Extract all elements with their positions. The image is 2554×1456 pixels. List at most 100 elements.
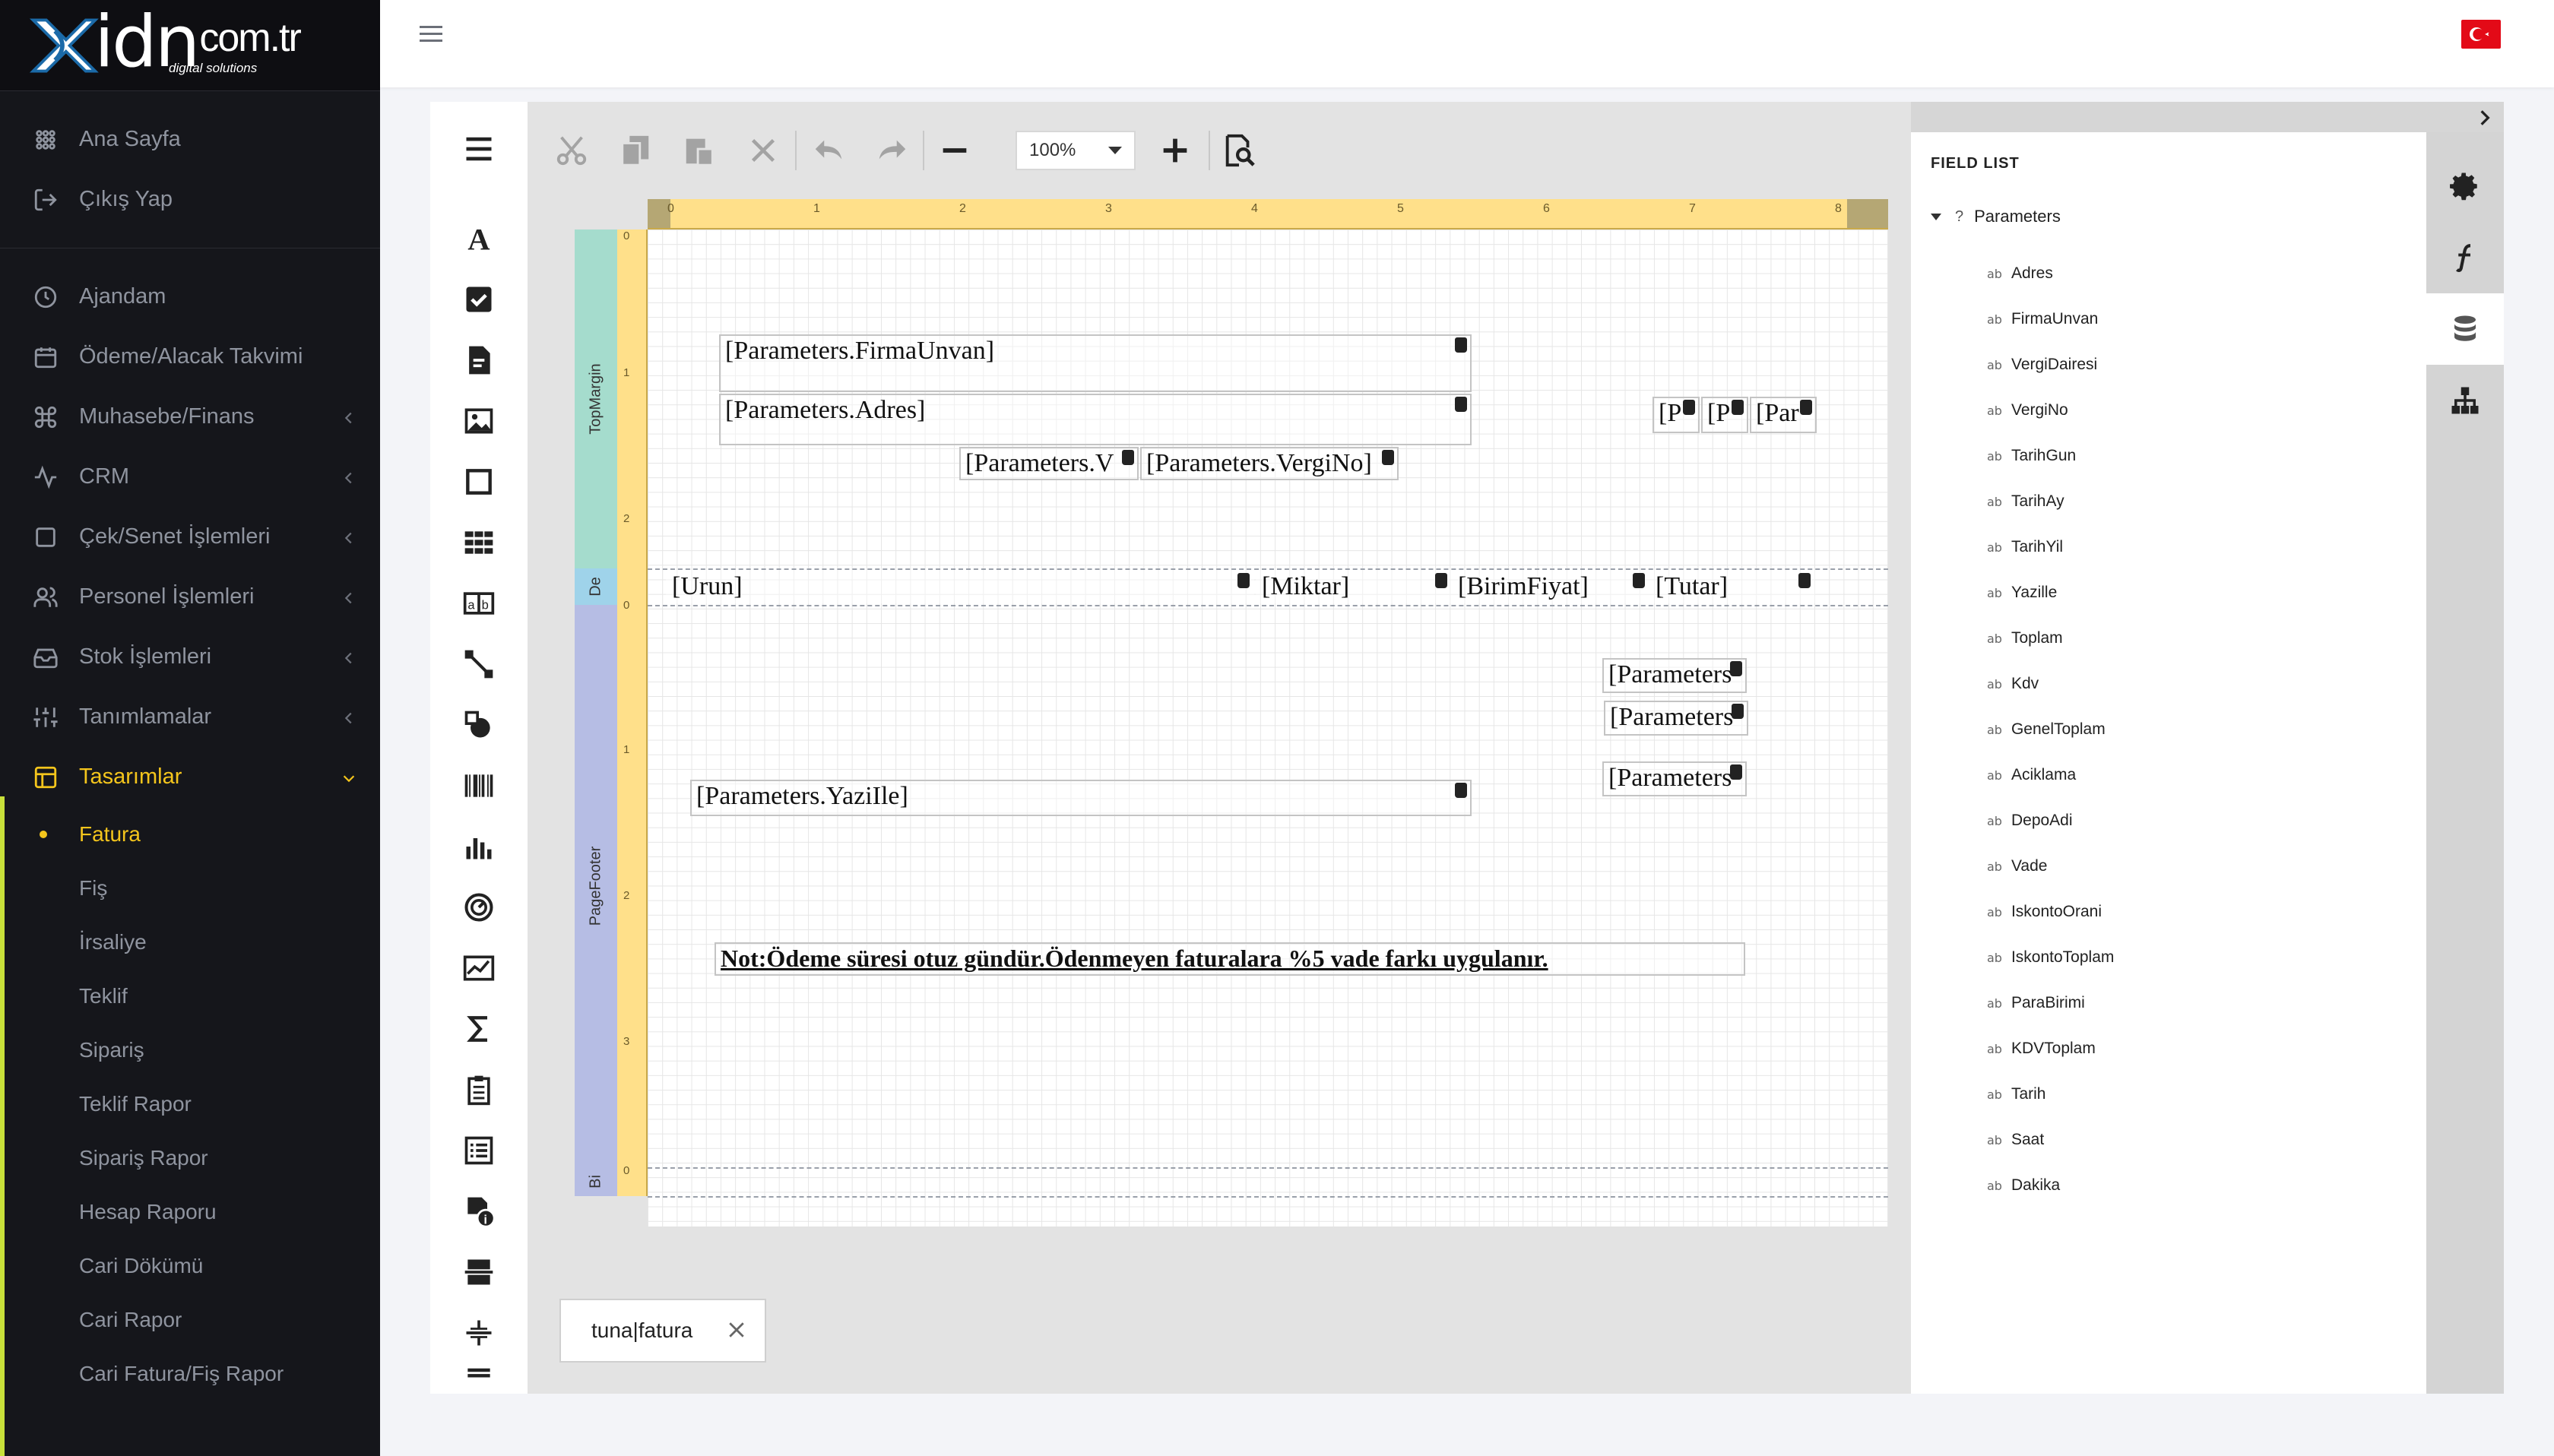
- field-list-item[interactable]: ab VergiDairesi: [1987, 342, 2114, 388]
- picture-tool-icon[interactable]: [459, 401, 499, 441]
- copy-icon[interactable]: [616, 131, 655, 170]
- sidebar-item-personel[interactable]: Personel İşlemleri: [0, 567, 380, 627]
- report-label-toplam[interactable]: [Parameters: [1602, 658, 1747, 693]
- label-tool-icon[interactable]: A: [459, 219, 499, 258]
- page-info-tool-icon[interactable]: [459, 1070, 499, 1109]
- chevron-right-icon[interactable]: [2475, 108, 2495, 128]
- report-detail-tutar[interactable]: [Tutar]: [1649, 570, 1815, 603]
- cut-icon[interactable]: [552, 131, 591, 170]
- sidebar-subitem-teklif[interactable]: Teklif: [0, 969, 380, 1023]
- report-label-payment-note[interactable]: Not:Ödeme süresi otuz gündür.Ödenmeyen f…: [715, 942, 1745, 976]
- report-label-param-1[interactable]: [P: [1652, 397, 1700, 433]
- panel-tool-icon[interactable]: [459, 462, 499, 502]
- properties-tab-gear-icon[interactable]: [2426, 150, 2504, 222]
- sidebar-subitem-cari-fatura-fis-rapor[interactable]: Cari Fatura/Fiş Rapor: [0, 1347, 380, 1401]
- sidebar-item-crm[interactable]: CRM: [0, 447, 380, 507]
- paste-icon[interactable]: [680, 131, 719, 170]
- sidebar-subitem-siparis[interactable]: Sipariş: [0, 1023, 380, 1077]
- cross-band-line-tool-icon[interactable]: [459, 1313, 499, 1353]
- field-list-item[interactable]: ab Toplam: [1987, 616, 2114, 661]
- field-list-item[interactable]: ab Yazille: [1987, 570, 2114, 616]
- sidebar-subitem-hesap-raporu[interactable]: Hesap Raporu: [0, 1185, 380, 1239]
- report-label-kdv[interactable]: [Parameters: [1604, 701, 1748, 736]
- zoom-out-icon[interactable]: [935, 131, 974, 170]
- sidebar-item-odeme-alacak-takvimi[interactable]: Ödeme/Alacak Takvimi: [0, 327, 380, 387]
- sidebar-item-cikis-yap[interactable]: Çıkış Yap: [0, 169, 380, 229]
- field-list-item[interactable]: ab Adres: [1987, 251, 2114, 296]
- field-list-item[interactable]: ab Vade: [1987, 844, 2114, 889]
- report-label-param-3[interactable]: [Par: [1750, 397, 1817, 433]
- report-detail-birim-fiyat[interactable]: [BirimFiyat]: [1452, 570, 1649, 603]
- line-tool-icon[interactable]: [459, 644, 499, 684]
- report-label-firma-unvan[interactable]: [Parameters.FirmaUnvan]: [719, 334, 1472, 392]
- field-list-item[interactable]: ab VergiNo: [1987, 388, 2114, 433]
- report-label-adres[interactable]: [Parameters.Adres]: [719, 394, 1472, 445]
- report-tab[interactable]: tuna|fatura: [559, 1299, 766, 1363]
- field-list-item[interactable]: ab ParaBirimi: [1987, 980, 2114, 1026]
- cross-band-box-tool-icon[interactable]: [459, 1363, 499, 1394]
- field-list-item[interactable]: ab TarihYil: [1987, 524, 2114, 570]
- field-list-item[interactable]: ab Tarih: [1987, 1071, 2114, 1117]
- report-label-vergi-dairesi[interactable]: [Parameters.V: [959, 447, 1139, 480]
- field-list-item[interactable]: ab IskontoToplam: [1987, 935, 2114, 980]
- sidebar-subitem-teklif-rapor[interactable]: Teklif Rapor: [0, 1077, 380, 1131]
- sidebar-item-tasarimlar[interactable]: Tasarımlar: [0, 747, 380, 807]
- pdf-info-tool-icon[interactable]: i: [459, 1192, 499, 1231]
- field-list-item[interactable]: ab Saat: [1987, 1117, 2114, 1163]
- field-list-item[interactable]: ab FirmaUnvan: [1987, 296, 2114, 342]
- preview-icon[interactable]: [1219, 131, 1259, 170]
- field-list-item[interactable]: ab Kdv: [1987, 661, 2114, 707]
- band-label-topmargin[interactable]: TopMargin: [575, 229, 617, 568]
- sidebar-subitem-cari-dokumu[interactable]: Cari Dökümü: [0, 1239, 380, 1293]
- field-list-item[interactable]: ab Aciklama: [1987, 752, 2114, 798]
- band-label-pagefooter[interactable]: PageFooter: [575, 605, 617, 1167]
- sidebar-item-muhasebe-finans[interactable]: Muhasebe/Finans: [0, 387, 380, 447]
- undo-icon[interactable]: [809, 131, 848, 170]
- field-list-item[interactable]: ab TarihGun: [1987, 433, 2114, 479]
- character-comb-tool-icon[interactable]: ab: [459, 584, 499, 623]
- report-label-vergi-no[interactable]: [Parameters.VergiNo]: [1140, 447, 1399, 480]
- field-list-root[interactable]: ? Parameters: [1931, 207, 2061, 226]
- shape-tool-icon[interactable]: [459, 705, 499, 745]
- table-tool-icon[interactable]: [459, 523, 499, 562]
- sidebar-subitem-fatura[interactable]: Fatura: [0, 807, 380, 861]
- checkbox-tool-icon[interactable]: [459, 280, 499, 319]
- turkish-flag-icon[interactable]: [2461, 20, 2501, 49]
- field-list-item[interactable]: ab KDVToplam: [1987, 1026, 2114, 1071]
- band-label-detail[interactable]: De: [575, 568, 617, 605]
- sidebar-subitem-fis[interactable]: Fiş: [0, 861, 380, 915]
- subreport-tool-icon[interactable]: [459, 340, 499, 380]
- menu-toggle-icon[interactable]: [420, 26, 442, 44]
- sidebar-item-ajandam[interactable]: Ajandam: [0, 267, 380, 327]
- report-detail-miktar[interactable]: [Miktar]: [1256, 570, 1452, 603]
- gauge-tool-icon[interactable]: [459, 888, 499, 927]
- report-label-param-2[interactable]: [P: [1701, 397, 1748, 433]
- sidebar-item-ana-sayfa[interactable]: Ana Sayfa: [0, 109, 380, 169]
- barcode-tool-icon[interactable]: [459, 766, 499, 806]
- sparkline-tool-icon[interactable]: [459, 948, 499, 988]
- brand-logo[interactable]: idn com.tr digital solutions: [0, 0, 380, 91]
- field-list-item[interactable]: ab IskontoOrani: [1987, 889, 2114, 935]
- sidebar-subitem-siparis-rapor[interactable]: Sipariş Rapor: [0, 1131, 380, 1185]
- sidebar-subitem-cari-rapor[interactable]: Cari Rapor: [0, 1293, 380, 1347]
- sidebar-subitem-irsaliye[interactable]: İrsaliye: [0, 915, 380, 969]
- close-icon[interactable]: [725, 1318, 748, 1341]
- designer-menu-icon[interactable]: [459, 129, 499, 169]
- sidebar-item-stok[interactable]: Stok İşlemleri: [0, 627, 380, 687]
- report-detail-urun[interactable]: [Urun]: [666, 570, 1254, 603]
- zoom-in-icon[interactable]: [1155, 131, 1195, 170]
- sidebar-item-tanimlamalar[interactable]: Tanımlamalar: [0, 687, 380, 747]
- sidebar-item-cek-senet[interactable]: Çek/Senet İşlemleri: [0, 507, 380, 567]
- page-break-tool-icon[interactable]: [459, 1252, 499, 1292]
- expressions-tab-function-icon[interactable]: [2426, 222, 2504, 293]
- field-list-item[interactable]: ab DepoAdi: [1987, 798, 2114, 844]
- summary-tool-icon[interactable]: [459, 1009, 499, 1049]
- chart-tool-icon[interactable]: [459, 827, 499, 866]
- report-label-genel-toplam[interactable]: [Parameters: [1602, 761, 1747, 796]
- zoom-select[interactable]: 100%: [1016, 131, 1136, 170]
- delete-icon[interactable]: [743, 131, 783, 170]
- table-of-contents-tool-icon[interactable]: [459, 1131, 499, 1170]
- report-label-yazi-ile[interactable]: [Parameters.YaziIle]: [690, 780, 1472, 816]
- field-list-item[interactable]: ab GenelToplam: [1987, 707, 2114, 752]
- field-list-tab-database-icon[interactable]: [2426, 293, 2504, 365]
